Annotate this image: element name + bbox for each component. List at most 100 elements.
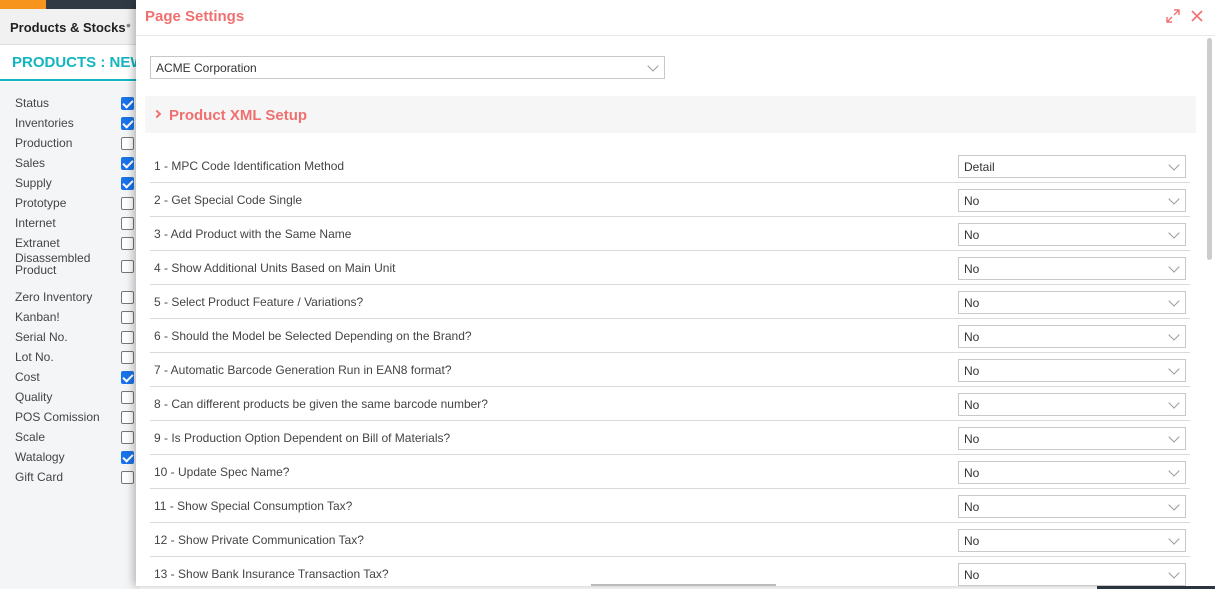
setting-select[interactable]: No — [958, 495, 1186, 518]
checklist-item[interactable]: Kanban! — [0, 308, 140, 328]
checklist-item[interactable]: Lot No. — [0, 348, 140, 368]
setting-select[interactable]: No — [958, 563, 1186, 586]
checkbox[interactable] — [121, 311, 134, 324]
checkbox[interactable] — [121, 157, 134, 170]
checkbox[interactable] — [121, 431, 134, 444]
setting-select-value: No — [964, 296, 980, 310]
heading-underline — [0, 79, 140, 81]
modal-title: Page Settings — [145, 8, 245, 25]
setting-select[interactable]: No — [958, 461, 1186, 484]
setting-select[interactable]: No — [958, 529, 1186, 552]
chevron-down-icon — [1168, 295, 1180, 307]
chevron-down-icon — [1168, 431, 1180, 443]
setting-select[interactable]: No — [958, 257, 1186, 280]
setting-select-value: No — [964, 194, 980, 208]
checklist-item[interactable]: Watalogy — [0, 448, 140, 468]
checklist-item[interactable]: Inventories — [0, 114, 140, 134]
checklist-item-label: Supply — [15, 176, 52, 190]
section-header-product-xml[interactable]: Product XML Setup — [145, 96, 1196, 133]
setting-row: 6 - Should the Model be Selected Dependi… — [150, 319, 1190, 353]
setting-select[interactable]: No — [958, 393, 1186, 416]
checkbox[interactable] — [121, 331, 134, 344]
checkbox[interactable] — [121, 451, 134, 464]
setting-label: 9 - Is Production Option Dependent on Bi… — [154, 431, 451, 445]
chevron-down-icon — [647, 60, 659, 72]
checkbox[interactable] — [121, 137, 134, 150]
checklist-item[interactable]: Supply — [0, 174, 140, 194]
tab-products-stocks[interactable]: Products & Stocks — [10, 20, 126, 35]
setting-label: 6 - Should the Model be Selected Dependi… — [154, 329, 472, 343]
setting-select[interactable]: Detail — [958, 155, 1186, 178]
checkbox[interactable] — [121, 260, 134, 273]
checkbox[interactable] — [121, 97, 134, 110]
checklist-item[interactable]: Cost — [0, 368, 140, 388]
checkbox[interactable] — [121, 117, 134, 130]
chevron-down-icon — [1168, 533, 1180, 545]
checklist-item[interactable]: Gift Card — [0, 468, 140, 488]
checklist-item[interactable]: Disassembled Product — [0, 252, 140, 288]
setting-select[interactable]: No — [958, 291, 1186, 314]
setting-select[interactable]: No — [958, 427, 1186, 450]
checkbox[interactable] — [121, 217, 134, 230]
checklist-item[interactable]: POS Comission — [0, 408, 140, 428]
checkbox[interactable] — [121, 411, 134, 424]
scrollbar-thumb[interactable] — [1207, 38, 1212, 260]
setting-label: 3 - Add Product with the Same Name — [154, 227, 352, 241]
chevron-down-icon — [1168, 193, 1180, 205]
setting-select[interactable]: No — [958, 325, 1186, 348]
checkbox[interactable] — [121, 177, 134, 190]
checklist-item[interactable]: Internet — [0, 214, 140, 234]
setting-row: 5 - Select Product Feature / Variations?… — [150, 285, 1190, 319]
setting-row: 4 - Show Additional Units Based on Main … — [150, 251, 1190, 285]
checkbox[interactable] — [121, 197, 134, 210]
checklist-item-label: Sales — [15, 156, 46, 170]
setting-select[interactable]: No — [958, 223, 1186, 246]
setting-select-value: Detail — [964, 160, 995, 174]
brand-accent — [0, 0, 46, 9]
setting-row: 8 - Can different products be given the … — [150, 387, 1190, 421]
checklist-item-label: Cost — [15, 370, 40, 384]
checkbox[interactable] — [121, 237, 134, 250]
checklist-item-label: Extranet — [15, 236, 60, 250]
checklist-item-label: Lot No. — [15, 350, 54, 364]
checklist-item[interactable]: Scale — [0, 428, 140, 448]
setting-label: 7 - Automatic Barcode Generation Run in … — [154, 363, 452, 377]
checklist-item[interactable]: Production — [0, 134, 140, 154]
horizontal-scrollbar[interactable] — [591, 584, 776, 586]
setting-select-value: No — [964, 432, 980, 446]
setting-row: 7 - Automatic Barcode Generation Run in … — [150, 353, 1190, 387]
checkbox[interactable] — [121, 291, 134, 304]
checklist-item[interactable]: Zero Inventory — [0, 288, 140, 308]
setting-row: 9 - Is Production Option Dependent on Bi… — [150, 421, 1190, 455]
setting-label: 2 - Get Special Code Single — [154, 193, 303, 207]
checkbox[interactable] — [121, 371, 134, 384]
setting-select[interactable]: No — [958, 189, 1186, 212]
modal-scrollbar[interactable] — [1204, 36, 1215, 586]
setting-label: 5 - Select Product Feature / Variations? — [154, 295, 364, 309]
checklist-item-label: Scale — [15, 430, 46, 444]
checkbox[interactable] — [121, 391, 134, 404]
checklist-item[interactable]: Status — [0, 94, 140, 114]
setting-label: 8 - Can different products be given the … — [154, 397, 488, 411]
checkbox[interactable] — [121, 471, 134, 484]
chevron-right-icon — [152, 109, 162, 119]
checklist-item[interactable]: Serial No. — [0, 328, 140, 348]
setting-select[interactable]: No — [958, 359, 1186, 382]
setting-select-value: No — [964, 534, 980, 548]
close-icon[interactable] — [1190, 9, 1204, 23]
company-select[interactable]: ACME Corporation — [150, 56, 665, 79]
checklist-item-label: Watalogy — [15, 450, 65, 464]
setting-row: 3 - Add Product with the Same Name No — [150, 217, 1190, 251]
checklist-item[interactable]: Prototype — [0, 194, 140, 214]
setting-label: 10 - Update Spec Name? — [154, 465, 290, 479]
chevron-down-icon — [1168, 159, 1180, 171]
expand-icon[interactable] — [1166, 9, 1180, 23]
tab-bar: Products & Stocks • — [0, 9, 140, 45]
setting-row: 10 - Update Spec Name? No — [150, 455, 1190, 489]
chevron-down-icon — [1168, 499, 1180, 511]
checkbox[interactable] — [121, 351, 134, 364]
checklist-item-label: Zero Inventory — [15, 290, 93, 304]
checklist-item-label: Serial No. — [15, 330, 68, 344]
checklist-item[interactable]: Sales — [0, 154, 140, 174]
checklist-item[interactable]: Quality — [0, 388, 140, 408]
